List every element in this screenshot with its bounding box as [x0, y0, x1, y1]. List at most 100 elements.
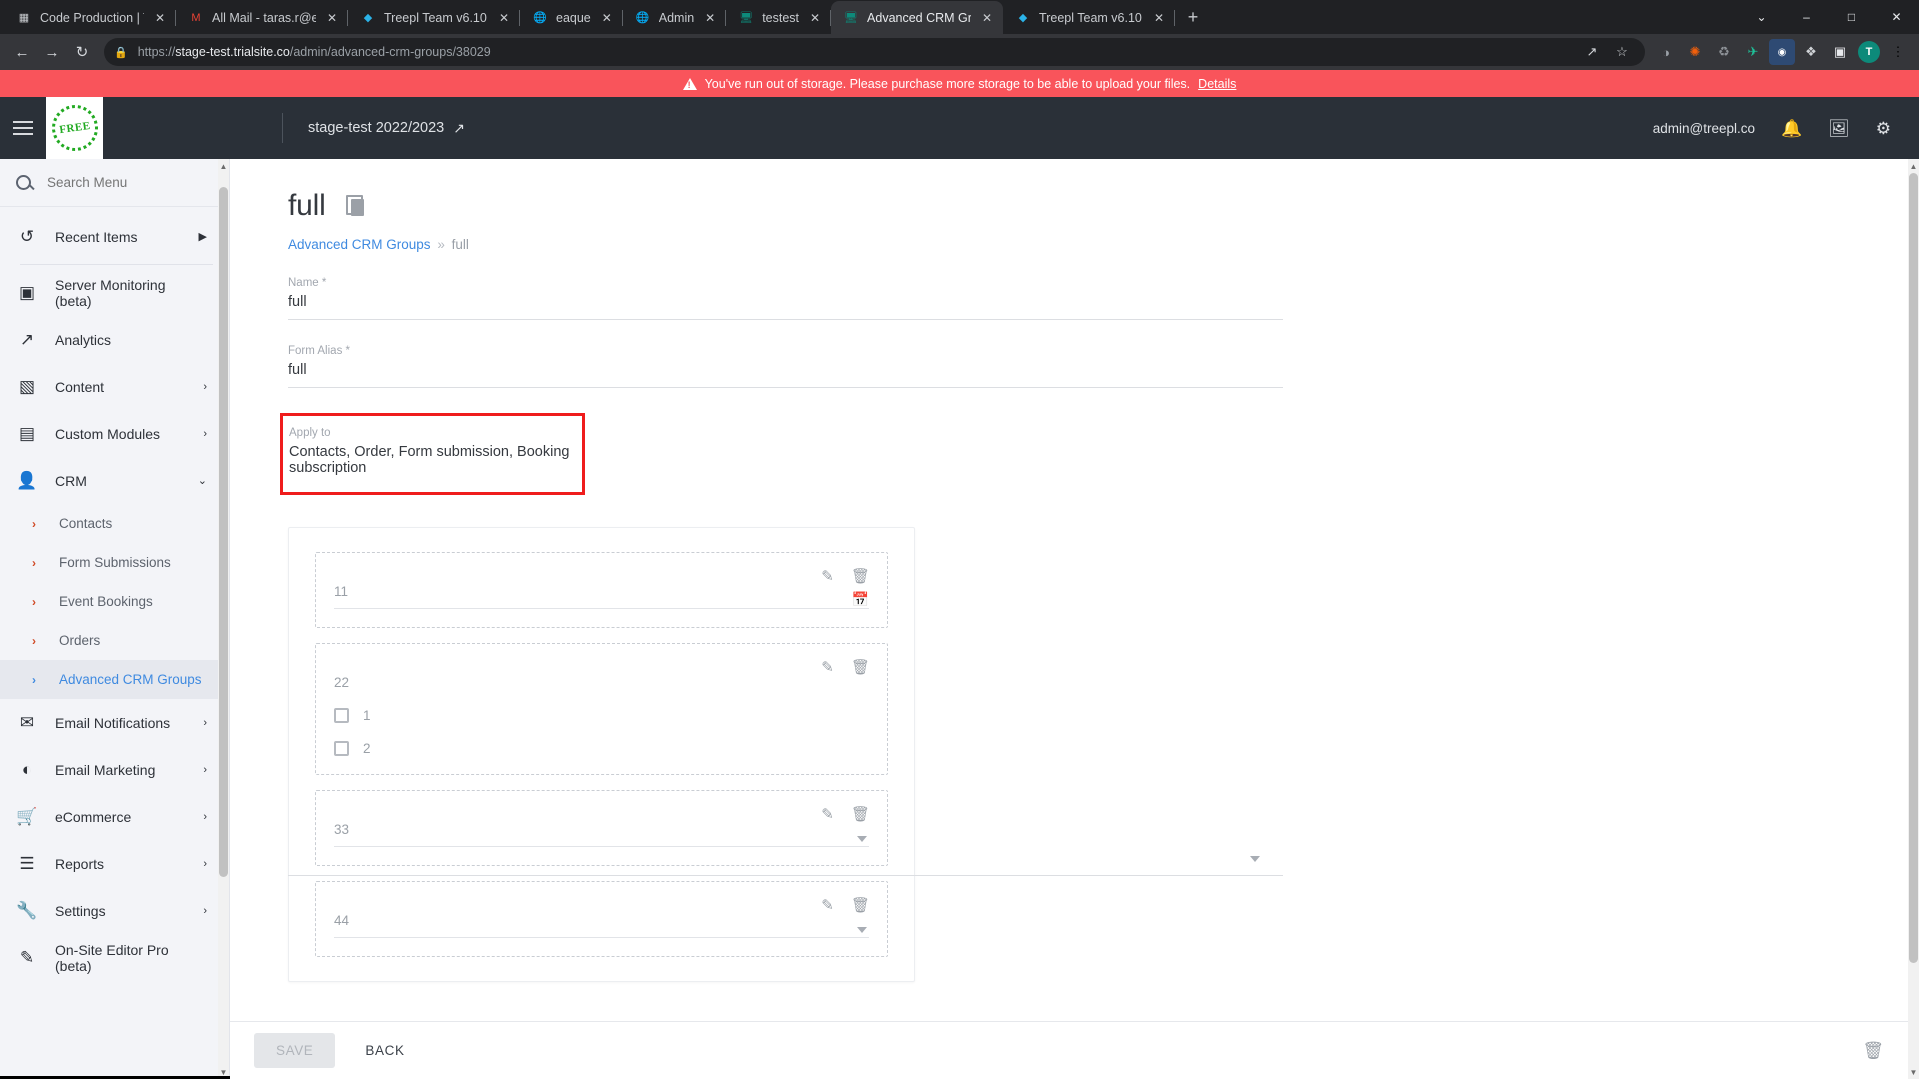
recycle-icon[interactable]: ♻: [1711, 39, 1737, 65]
browser-menu-icon[interactable]: ⋮: [1885, 39, 1911, 65]
sidebar-item-recent-items[interactable]: ↺ Recent Items ▶: [0, 213, 229, 260]
browser-tab[interactable]: 🖥 testest ✕: [726, 1, 831, 34]
chevron-down-icon: ⌄: [197, 475, 207, 487]
form-field-item[interactable]: ✎ 🗑 44: [315, 881, 888, 957]
browser-tab[interactable]: 🌐 eaque ✕: [520, 1, 623, 34]
sidebar-item-form-submissions[interactable]: › Form Submissions: [0, 543, 229, 582]
forward-icon[interactable]: →: [38, 38, 66, 66]
grammarly-icon[interactable]: ✈: [1740, 39, 1766, 65]
main-scrollbar[interactable]: ▲ ▼: [1908, 159, 1919, 1079]
sidebar-item-content[interactable]: ▧ Content ›: [0, 363, 229, 410]
name-field[interactable]: full: [288, 294, 1283, 320]
gear-icon[interactable]: ⚙: [1876, 120, 1891, 137]
checkbox-option[interactable]: 1: [334, 708, 869, 723]
browser-tab[interactable]: M All Mail - taras.r@ez-bc.co ✕: [176, 1, 348, 34]
close-icon[interactable]: ✕: [324, 10, 340, 26]
form-field-item[interactable]: ✎ 🗑 📅 11: [315, 552, 888, 628]
form-field-item[interactable]: ✎ 🗑 22 1 2: [315, 643, 888, 775]
close-icon[interactable]: ✕: [702, 10, 718, 26]
checkbox-icon[interactable]: [334, 708, 349, 723]
edit-pencil-icon[interactable]: ✎: [819, 896, 836, 914]
back-button[interactable]: BACK: [349, 1033, 420, 1068]
edit-pencil-icon[interactable]: ✎: [819, 658, 836, 676]
search-menu-row[interactable]: [0, 159, 229, 207]
close-icon[interactable]: ✕: [979, 10, 995, 26]
sidebar-item-event-bookings[interactable]: › Event Bookings: [0, 582, 229, 621]
browser-tab[interactable]: ◆ Treepl Team v6.10 Backlog ✕: [1003, 1, 1176, 34]
copy-icon[interactable]: [345, 195, 365, 217]
sidebar-scrollbar-thumb[interactable]: [219, 187, 228, 877]
close-window-icon[interactable]: ✕: [1874, 0, 1919, 33]
close-icon[interactable]: ✕: [599, 10, 615, 26]
edit-pencil-icon[interactable]: ✎: [819, 805, 836, 823]
orange-extension-icon[interactable]: ✺: [1682, 39, 1708, 65]
trash-icon[interactable]: 🗑: [851, 805, 870, 823]
sidebar-item-contacts[interactable]: › Contacts: [0, 504, 229, 543]
apply-to-value[interactable]: Contacts, Order, Form submission, Bookin…: [289, 444, 576, 485]
edit-pencil-icon[interactable]: ✎: [819, 567, 836, 585]
puzzle-icon[interactable]: ❖: [1798, 39, 1824, 65]
delete-icon[interactable]: 🗑: [1862, 1041, 1884, 1061]
reload-icon[interactable]: ↻: [68, 38, 96, 66]
sidebar-item-ecommerce[interactable]: 🛒 eCommerce ›: [0, 793, 229, 840]
maximize-icon[interactable]: □: [1829, 0, 1874, 33]
breadcrumb-parent-link[interactable]: Advanced CRM Groups: [288, 237, 431, 252]
browser-tab[interactable]: ▦ Code Production | Trello ✕: [4, 1, 176, 34]
sidebar-item-analytics[interactable]: ↗ Analytics: [0, 316, 229, 363]
close-icon[interactable]: ✕: [807, 10, 823, 26]
sidebar-item-custom-modules[interactable]: ▤ Custom Modules ›: [0, 410, 229, 457]
scroll-down-icon[interactable]: ▼: [1908, 1065, 1919, 1079]
browser-tab-active[interactable]: 🖥 Advanced CRM Groups ✕: [831, 1, 1004, 34]
close-icon[interactable]: ✕: [152, 10, 168, 26]
checkbox-option[interactable]: 2: [334, 741, 869, 756]
avatar[interactable]: T: [1856, 39, 1882, 65]
sidebar-item-email-notifications[interactable]: ✉ Email Notifications ›: [0, 699, 229, 746]
sidebar-item-reports[interactable]: ☰ Reports ›: [0, 840, 229, 887]
star-icon[interactable]: ☆: [1609, 39, 1635, 65]
share-icon[interactable]: ↗: [1579, 39, 1605, 65]
image-icon[interactable]: 🖼: [1828, 120, 1850, 137]
edge-icon[interactable]: ◑: [1653, 39, 1679, 65]
address-bar[interactable]: 🔒 https://stage-test.trialsite.co/admin/…: [104, 38, 1645, 66]
calendar-icon[interactable]: 📅: [852, 591, 869, 608]
bell-icon[interactable]: 🔔: [1781, 120, 1802, 137]
external-link-icon[interactable]: ↗: [453, 120, 465, 137]
sidebar-item-email-marketing[interactable]: ◐ Email Marketing ›: [0, 746, 229, 793]
sidebar-item-server-monitoring[interactable]: ▣ Server Monitoring (beta): [0, 269, 229, 316]
chevron-down-icon[interactable]: [1250, 856, 1260, 862]
minimize-icon[interactable]: –: [1784, 0, 1829, 33]
sidebar-icon[interactable]: ▣: [1827, 39, 1853, 65]
scroll-up-icon[interactable]: ▲: [1908, 159, 1919, 173]
pocket-extension-icon[interactable]: ◉: [1769, 39, 1795, 65]
close-icon[interactable]: ✕: [496, 10, 512, 26]
site-selector[interactable]: stage-test 2022/2023 ↗: [308, 120, 465, 137]
new-tab-button[interactable]: +: [1179, 3, 1207, 31]
trash-icon[interactable]: 🗑: [851, 567, 870, 585]
sidebar-item-on-site-editor-pro[interactable]: ✎ On-Site Editor Pro (beta): [0, 934, 229, 981]
admin-email[interactable]: admin@treepl.co: [1653, 121, 1755, 136]
form-field-item[interactable]: ✎ 🗑 33: [315, 790, 888, 866]
sidebar-item-orders[interactable]: › Orders: [0, 621, 229, 660]
form-alias-field[interactable]: full: [288, 362, 1283, 388]
chevron-down-icon[interactable]: [857, 927, 867, 933]
hamburger-icon[interactable]: [0, 97, 46, 159]
trash-icon[interactable]: 🗑: [851, 658, 870, 676]
browser-tab[interactable]: ◆ Treepl Team v6.10 Backlog ✕: [348, 1, 520, 34]
banner-details-link[interactable]: Details: [1198, 77, 1236, 91]
save-button[interactable]: SAVE: [254, 1033, 336, 1068]
free-stamp-logo: FREE: [48, 102, 101, 154]
main-scrollbar-thumb[interactable]: [1909, 173, 1918, 963]
checkbox-icon[interactable]: [334, 741, 349, 756]
trash-icon[interactable]: 🗑: [851, 896, 870, 914]
scroll-up-icon[interactable]: ▲: [218, 159, 229, 173]
back-icon[interactable]: ←: [8, 38, 36, 66]
sidebar-item-advanced-crm-groups[interactable]: › Advanced CRM Groups: [0, 660, 229, 699]
tab-overflow-icon[interactable]: ⌄: [1739, 0, 1784, 33]
browser-tab[interactable]: 🌐 Admin ✕: [623, 1, 727, 34]
sidebar-item-settings[interactable]: 🔧 Settings ›: [0, 887, 229, 934]
chevron-down-icon[interactable]: [857, 836, 867, 842]
sidebar-scrollbar[interactable]: ▲ ▼: [218, 159, 229, 1079]
sidebar-item-crm[interactable]: 👤 CRM ⌄: [0, 457, 229, 504]
search-input[interactable]: [47, 175, 197, 190]
close-icon[interactable]: ✕: [1151, 10, 1167, 26]
